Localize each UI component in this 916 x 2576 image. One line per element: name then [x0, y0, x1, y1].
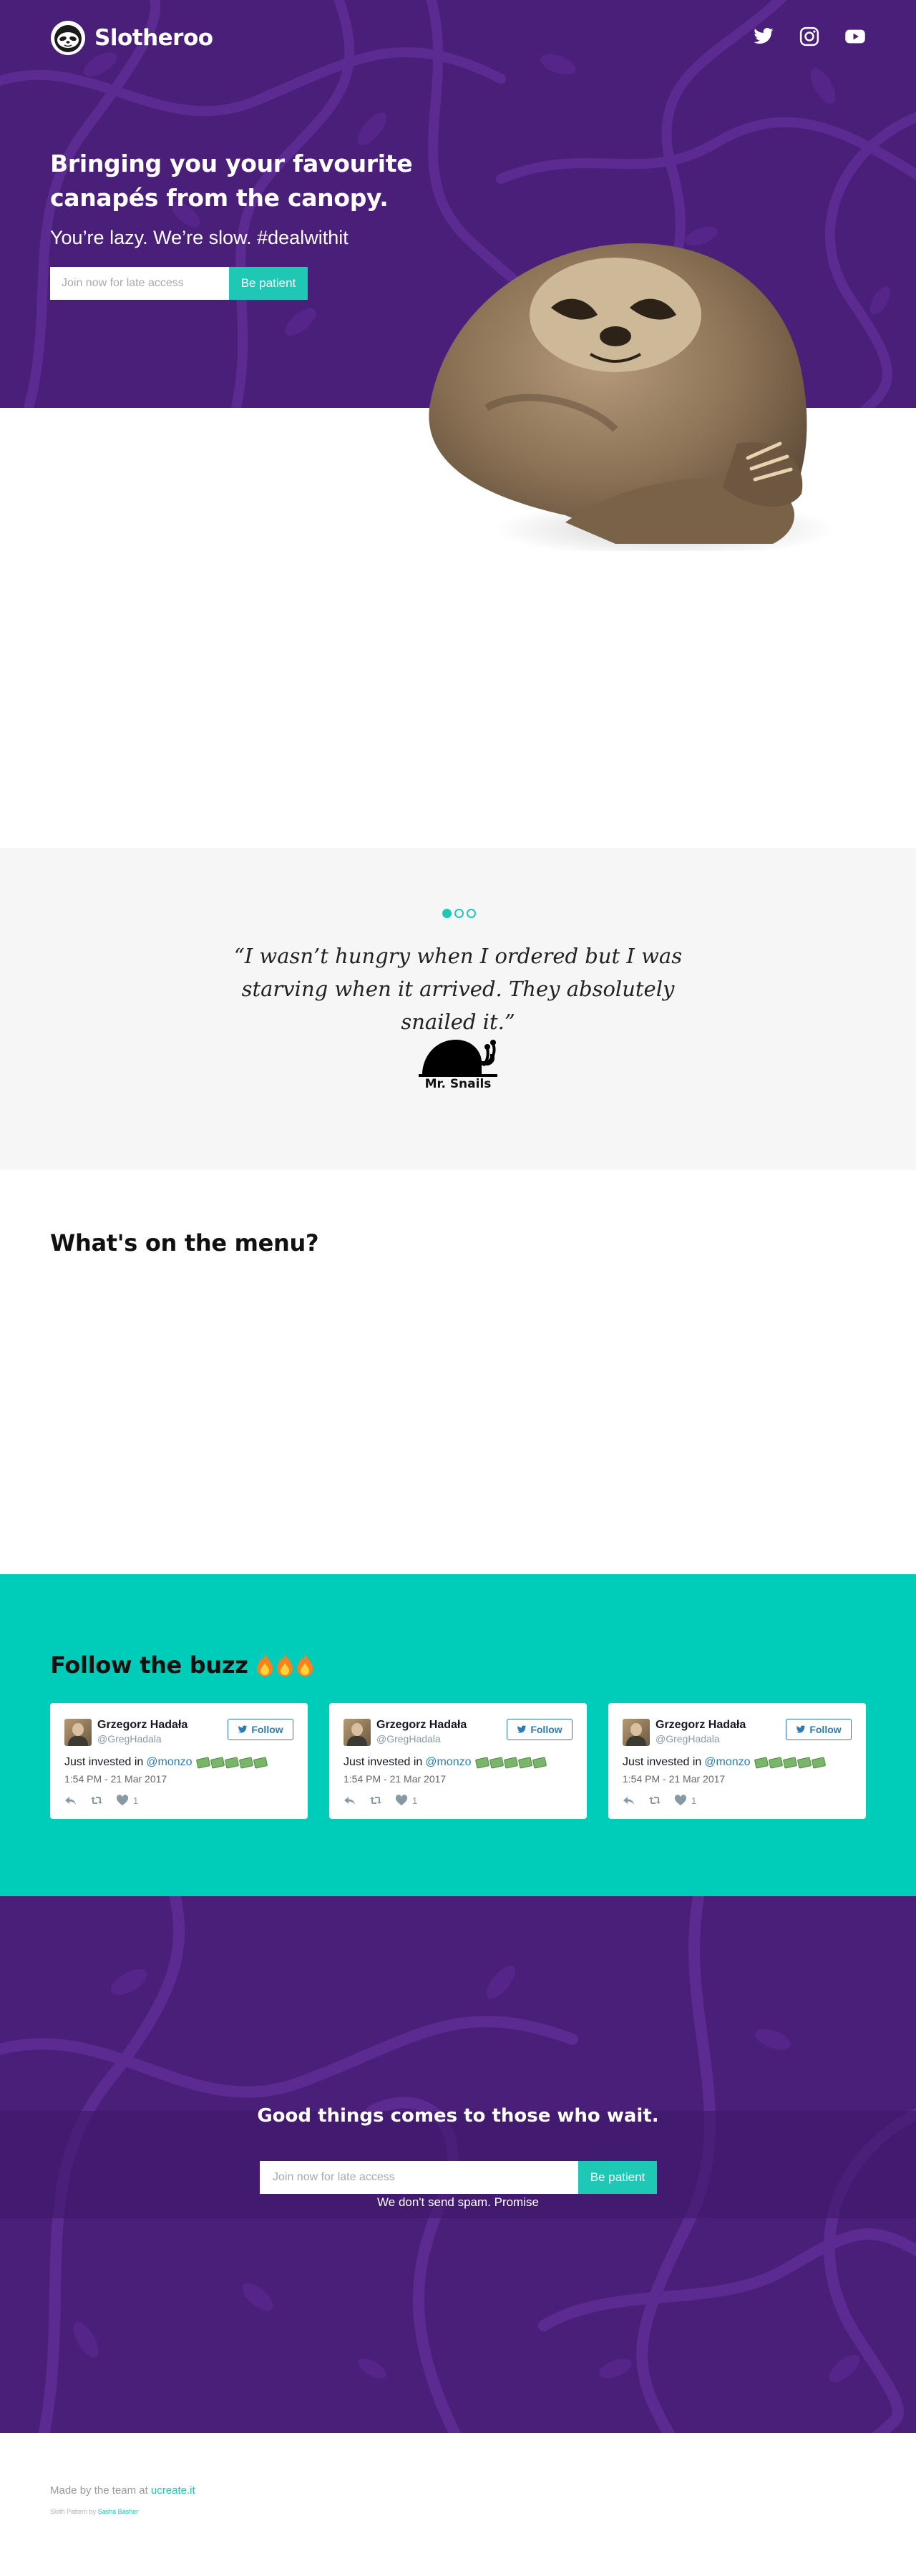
- footer-made-by-text: Made by the team at: [50, 2484, 148, 2497]
- tweet-likes[interactable]: 1: [116, 1795, 138, 1806]
- brand-name: Slotheroo: [94, 25, 213, 51]
- tweet-follow-button[interactable]: Follow: [507, 1719, 572, 1740]
- heart-icon: [116, 1795, 129, 1805]
- footer-credit-text: Sloth Pattern by: [50, 2508, 97, 2515]
- tweet-author-name: Grzegorz Hadała: [97, 1719, 188, 1731]
- tweet-follow-label: Follow: [251, 1724, 283, 1735]
- buzz-section: Follow the buzz Grzegorz Hadała @GregHad…: [0, 1574, 916, 1896]
- carousel-dot-1[interactable]: [442, 909, 452, 918]
- tweet-mention-link[interactable]: @monzo: [425, 1756, 471, 1769]
- footer-made-by: Made by the team at ucreate.it: [50, 2484, 195, 2497]
- reply-icon[interactable]: [623, 1795, 635, 1806]
- testimonial-section: “I wasn’t hungry when I ordered but I wa…: [0, 848, 916, 1170]
- testimonial-quote: “I wasn’t hungry when I ordered but I wa…: [233, 944, 683, 1034]
- tweet-text: Just invested in @monzo: [64, 1756, 268, 1769]
- cta-title: Good things comes to those who wait.: [257, 2105, 659, 2127]
- cta-be-patient-button[interactable]: Be patient: [578, 2161, 657, 2194]
- cta-section: Good things comes to those who wait. Be …: [0, 1896, 916, 2433]
- hero-email-input[interactable]: [50, 267, 229, 300]
- tweet-mention-link[interactable]: @monzo: [146, 1756, 192, 1769]
- sloth-logo-icon: [51, 21, 85, 55]
- tweet-mention-link[interactable]: @monzo: [704, 1756, 750, 1769]
- twitter-bird-icon: [796, 1725, 806, 1733]
- fire-icon: [296, 1654, 313, 1677]
- reply-icon[interactable]: [64, 1795, 77, 1806]
- tweet-list: Grzegorz Hadała @GregHadala Follow Just …: [50, 1703, 866, 1819]
- buzz-title: Follow the buzz: [50, 1652, 314, 1679]
- social-links: [753, 26, 866, 47]
- top-nav: Slotheroo: [50, 20, 866, 56]
- carousel-dot-3[interactable]: [467, 909, 476, 918]
- tweet-timestamp[interactable]: 1:54 PM - 21 Mar 2017: [344, 1773, 446, 1785]
- menu-section-title: What's on the menu?: [50, 1229, 319, 1257]
- tweet-timestamp[interactable]: 1:54 PM - 21 Mar 2017: [64, 1773, 167, 1785]
- tweet-actions: 1: [344, 1795, 417, 1806]
- tweet-avatar[interactable]: [64, 1719, 92, 1746]
- hero-title-line2: canapés from the canopy.: [50, 184, 389, 212]
- landing-page: Slotheroo Bringing you your favourite ca…: [0, 0, 916, 2576]
- sloth-illustration: [429, 243, 837, 551]
- tweet-avatar[interactable]: [623, 1719, 650, 1746]
- twitter-bird-icon: [238, 1725, 248, 1733]
- money-emojis: [754, 1756, 826, 1769]
- tweet-card[interactable]: Grzegorz Hadała @GregHadala Follow Just …: [50, 1703, 308, 1819]
- heart-icon: [395, 1795, 408, 1805]
- cta-signup-form: Be patient: [260, 2161, 657, 2194]
- footer-credit-link[interactable]: Sasha Basher: [98, 2508, 139, 2515]
- tweet-like-count: 1: [133, 1795, 139, 1806]
- retweet-icon[interactable]: [369, 1795, 382, 1806]
- tweet-author-handle[interactable]: @GregHadala: [97, 1733, 162, 1745]
- fire-emojis: [255, 1653, 314, 1677]
- tweet-follow-button[interactable]: Follow: [786, 1719, 852, 1740]
- youtube-icon[interactable]: [844, 26, 866, 47]
- twitter-bird-icon: [517, 1725, 527, 1733]
- hero-be-patient-button[interactable]: Be patient: [229, 267, 308, 300]
- reply-icon[interactable]: [344, 1795, 356, 1806]
- cta-no-spam-note: We don't send spam. Promise: [377, 2195, 539, 2209]
- hero-title: Bringing you your favourite canapés from…: [50, 147, 494, 215]
- tweet-card[interactable]: Grzegorz Hadała @GregHadala Follow Just …: [608, 1703, 866, 1819]
- tweet-text: Just invested in @monzo: [623, 1756, 826, 1769]
- money-emojis: [195, 1756, 268, 1769]
- retweet-icon[interactable]: [648, 1795, 661, 1806]
- tweet-author-handle[interactable]: @GregHadala: [656, 1733, 720, 1745]
- tweet-body: Just invested in: [623, 1756, 702, 1768]
- testimonial-author: Mr. Snails: [424, 1077, 492, 1091]
- footer-ucreate-link[interactable]: ucreate.it: [151, 2484, 195, 2497]
- fire-icon: [276, 1654, 293, 1677]
- tweet-avatar[interactable]: [344, 1719, 371, 1746]
- tweet-card[interactable]: Grzegorz Hadała @GregHadala Follow Just …: [329, 1703, 587, 1819]
- tweet-actions: 1: [623, 1795, 696, 1806]
- fire-icon: [256, 1654, 273, 1677]
- buzz-title-text: Follow the buzz: [50, 1652, 248, 1679]
- heart-icon: [674, 1795, 687, 1805]
- logo[interactable]: Slotheroo: [50, 20, 213, 56]
- carousel-dots: [442, 909, 476, 918]
- tweet-like-count: 1: [691, 1795, 697, 1806]
- tweet-follow-label: Follow: [530, 1724, 562, 1735]
- tweet-author-handle[interactable]: @GregHadala: [376, 1733, 441, 1745]
- tweet-timestamp[interactable]: 1:54 PM - 21 Mar 2017: [623, 1773, 725, 1785]
- money-emojis: [474, 1756, 547, 1769]
- tweet-likes[interactable]: 1: [395, 1795, 417, 1806]
- tweet-follow-button[interactable]: Follow: [228, 1719, 293, 1740]
- cta-email-input[interactable]: [260, 2161, 578, 2194]
- tweet-follow-label: Follow: [809, 1724, 842, 1735]
- tweet-author-name: Grzegorz Hadała: [656, 1719, 746, 1731]
- snail-avatar-icon: [419, 1040, 497, 1077]
- carousel-dot-2[interactable]: [454, 909, 464, 918]
- tweet-like-count: 1: [412, 1795, 418, 1806]
- hero-title-line1: Bringing you your favourite: [50, 150, 413, 177]
- tweet-likes[interactable]: 1: [674, 1795, 696, 1806]
- tweet-author-name: Grzegorz Hadała: [376, 1719, 467, 1731]
- tweet-actions: 1: [64, 1795, 138, 1806]
- tweet-body: Just invested in: [64, 1756, 144, 1768]
- twitter-icon[interactable]: [753, 26, 774, 47]
- retweet-icon[interactable]: [90, 1795, 103, 1806]
- tweet-text: Just invested in @monzo: [344, 1756, 547, 1769]
- tweet-body: Just invested in: [344, 1756, 423, 1768]
- instagram-icon[interactable]: [799, 26, 820, 47]
- footer-credit: Sloth Pattern by Sasha Basher: [50, 2508, 138, 2515]
